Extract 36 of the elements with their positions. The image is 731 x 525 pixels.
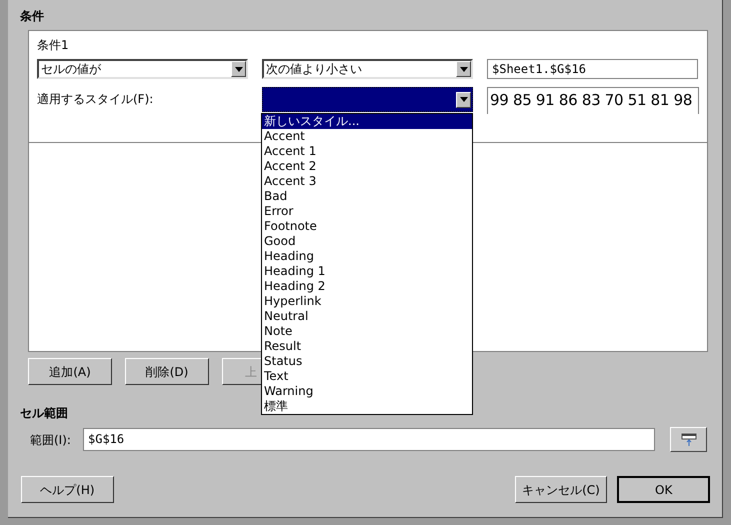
- range-field[interactable]: $G$16: [83, 428, 655, 451]
- dialog-button[interactable]: OK: [617, 476, 710, 503]
- style-option[interactable]: Heading 2: [262, 279, 472, 294]
- style-preview: 99 85 91 86 83 70 51 81 98: [487, 87, 699, 114]
- style-option[interactable]: Heading: [262, 249, 472, 264]
- value-field[interactable]: $Sheet1.$G$16: [487, 59, 698, 79]
- style-select[interactable]: [262, 87, 473, 112]
- style-option[interactable]: 標準: [262, 399, 472, 414]
- style-option[interactable]: Accent: [262, 129, 472, 144]
- section-heading: セル範囲: [20, 405, 68, 421]
- shrink-icon: [680, 432, 696, 446]
- operator-select[interactable]: 次の値より小さい: [262, 59, 473, 79]
- style-option[interactable]: Warning: [262, 384, 472, 399]
- dialog-button[interactable]: ヘルプ(H): [21, 476, 114, 503]
- style-option[interactable]: Hyperlink: [262, 294, 472, 309]
- shrink-button[interactable]: [670, 427, 707, 452]
- style-option[interactable]: Footnote: [262, 219, 472, 234]
- condition-type-select[interactable]: セルの値が: [37, 59, 248, 79]
- style-option[interactable]: Note: [262, 324, 472, 339]
- style-option[interactable]: Accent 2: [262, 159, 472, 174]
- range-label: 範囲(I):: [30, 432, 72, 448]
- style-option[interactable]: Good: [262, 234, 472, 249]
- dialog-title: 条件: [20, 8, 45, 25]
- style-option[interactable]: Accent 3: [262, 174, 472, 189]
- style-option[interactable]: Bad: [262, 189, 472, 204]
- condition-button[interactable]: 削除(D): [125, 358, 209, 385]
- style-option[interactable]: Error: [262, 204, 472, 219]
- style-label: 適用するスタイル(F):: [37, 91, 154, 106]
- condition-heading: 条件1: [37, 37, 70, 53]
- style-option[interactable]: Result: [262, 339, 472, 354]
- style-option[interactable]: Accent 1: [262, 144, 472, 159]
- style-option[interactable]: Heading 1: [262, 264, 472, 279]
- style-option[interactable]: Neutral: [262, 309, 472, 324]
- condition-button[interactable]: 追加(A): [28, 358, 112, 385]
- style-option[interactable]: 新しいスタイル...: [262, 114, 472, 129]
- dialog-button[interactable]: キャンセル(C): [514, 476, 608, 503]
